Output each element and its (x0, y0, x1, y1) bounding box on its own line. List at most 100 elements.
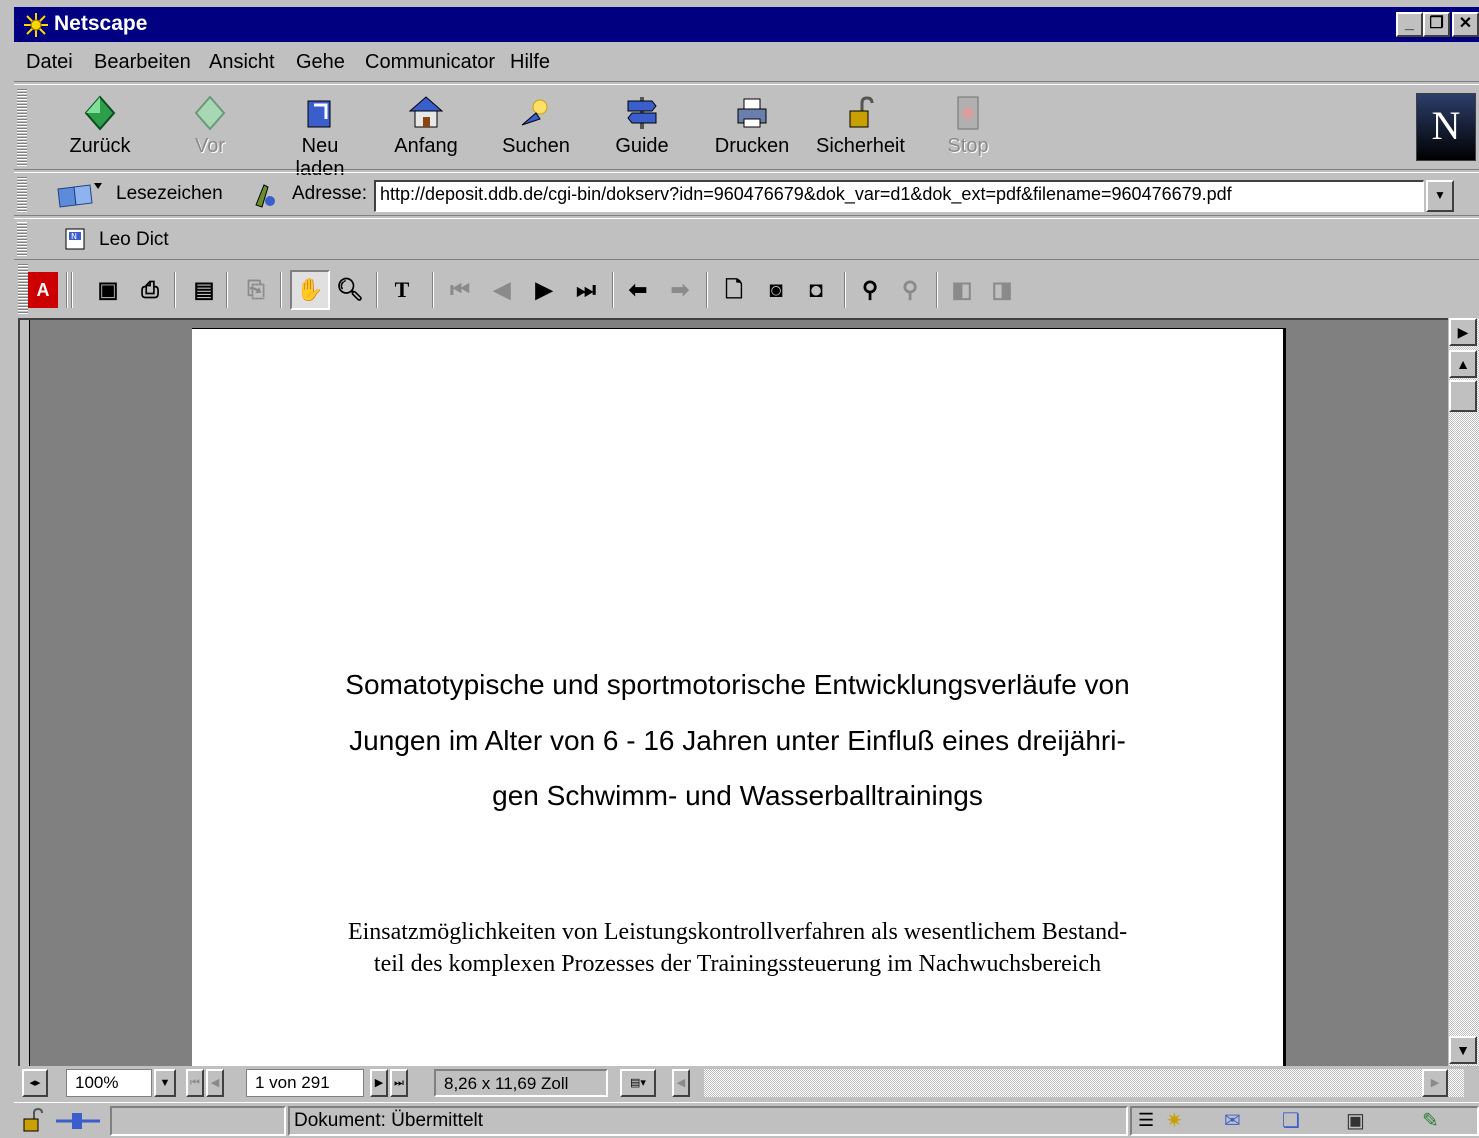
horizontal-scrollbar[interactable] (704, 1069, 1464, 1097)
reload-icon (307, 100, 331, 128)
minimize-button[interactable]: _ (1396, 12, 1423, 37)
stop-button[interactable]: Stop (924, 89, 1012, 169)
previous-highlight-icon[interactable]: ◧ (946, 272, 978, 308)
menu-ansicht[interactable]: Ansicht (209, 51, 275, 74)
find-icon[interactable]: ⚲ (854, 272, 886, 308)
last-page-icon[interactable]: ⏭ (570, 272, 602, 308)
text-select-icon[interactable]: T (386, 272, 418, 308)
fit-page-icon[interactable]: ◙ (760, 272, 792, 308)
next-highlight-icon[interactable]: ◨ (986, 272, 1018, 308)
next-page-icon[interactable]: ▶ (528, 272, 560, 308)
navigator-icon[interactable]: ✷ (1166, 1108, 1183, 1133)
go-back-icon[interactable]: ⬅ (622, 272, 654, 308)
first-page-icon[interactable]: ⏮ (444, 272, 476, 308)
address-label: Adresse: (292, 183, 367, 204)
toolbar-grip[interactable] (17, 88, 27, 166)
split-toggle-icon[interactable]: ◂▸ (22, 1069, 48, 1097)
stop-icon (957, 96, 979, 130)
document-subtitle-line-1: Einsatzmöglichkeiten von Leistungskontro… (347, 919, 1128, 945)
reload-button[interactable]: Neu laden (276, 89, 364, 180)
status-text: Dokument: Übermittelt (288, 1106, 1128, 1136)
bookmarks-icon (57, 183, 102, 208)
menu-hilfe[interactable]: Hilfe (510, 51, 550, 74)
scroll-up-button[interactable]: ▲ (1449, 350, 1477, 378)
menu-datei[interactable]: Datei (26, 51, 73, 74)
composer-icon[interactable]: ▣ (1346, 1108, 1365, 1133)
guide-button[interactable]: Guide (598, 89, 686, 169)
print-button[interactable]: Drucken (708, 89, 796, 169)
netscape-n-logo[interactable]: N (1416, 93, 1476, 161)
fit-width-icon[interactable]: ◘ (800, 272, 832, 308)
document-subtitle-line-2: teil des komplexen Prozesses der Trainin… (373, 951, 1102, 977)
component-bar: ☰ ✷ ✉ ❏ ▣ ✎ (1130, 1106, 1479, 1136)
progress-panel (110, 1106, 286, 1136)
discussions-icon[interactable]: ❏ (1282, 1108, 1300, 1133)
close-button[interactable]: ✕ (1452, 12, 1479, 37)
netscape-logo-icon (24, 13, 48, 37)
actual-size-icon[interactable]: 🗋 (718, 272, 750, 308)
acrobat-logo-icon[interactable]: A (28, 272, 58, 308)
personal-toolbar: N Leo Dict (14, 218, 1479, 260)
zoom-dropdown-button[interactable]: ▼ (154, 1069, 176, 1097)
forward-button[interactable]: Vor (166, 89, 254, 169)
go-forward-icon[interactable]: ➡ (664, 272, 696, 308)
next-page-small-button[interactable]: ▶ (370, 1069, 388, 1097)
menu-communicator[interactable]: Communicator (365, 51, 495, 74)
component-grip-icon[interactable]: ☰ (1138, 1110, 1154, 1131)
toolbar-grip[interactable] (18, 264, 28, 314)
connection-plug-icon (56, 1113, 100, 1129)
hand-tool-icon[interactable]: ✋ (290, 270, 330, 310)
leo-dict-link[interactable]: Leo Dict (99, 229, 169, 251)
toolbar-grip[interactable] (17, 222, 27, 256)
first-page-small-button[interactable]: ⏮ (186, 1069, 204, 1097)
prev-page-small-button[interactable]: ◀ (206, 1069, 224, 1097)
toggle-panel-button[interactable]: ▶ (1449, 318, 1477, 346)
hscroll-left-button[interactable]: ◀ (672, 1069, 690, 1097)
padlock-icon (849, 96, 874, 128)
zoom-field[interactable]: 100% (66, 1069, 152, 1097)
restore-button[interactable]: ❐ (1423, 12, 1450, 37)
address-input[interactable]: http://deposit.ddb.de/cgi-bin/dokserv?id… (374, 180, 1424, 212)
scroll-down-button[interactable]: ▼ (1449, 1036, 1477, 1064)
vertical-scrollbar[interactable]: ▶ ▲ ▼ (1449, 318, 1479, 1066)
search-button[interactable]: Suchen (492, 89, 580, 169)
document-title-line-3: gen Schwimm- und Wasserballtrainings (492, 780, 983, 811)
aim-icon[interactable]: ✎ (1422, 1108, 1439, 1133)
window-title: Netscape (54, 12, 148, 35)
search-again-icon[interactable]: ⚲ (894, 272, 926, 308)
acrobat-status-bar: ◂▸ 100% ▼ ⏮ ◀ 1 von 291 ▶ ⏭ 8,26 x 11,69… (14, 1066, 1479, 1100)
bookmarks-button[interactable]: Lesezeichen (116, 183, 223, 205)
bookmark-page-icon: N (65, 228, 85, 250)
pdf-page[interactable]: Somatotypische und sportmotorische Entwi… (192, 328, 1286, 1066)
toolbar-grip[interactable] (17, 176, 27, 212)
back-button[interactable]: Zurück (56, 89, 144, 169)
back-arrow-icon (84, 95, 116, 131)
navigation-toolbar: Zurück Vor Neu laden Anfang Suchen Guide… (14, 84, 1479, 180)
home-button[interactable]: Anfang (382, 89, 470, 169)
previous-page-icon[interactable]: ◀ (486, 272, 518, 308)
svg-text:N: N (71, 232, 77, 241)
mailbox-icon[interactable]: ✉ (1224, 1108, 1241, 1133)
acrobat-toolbar: A ▣ ⎙ ▤ ⎘ ✋ 🔍︎ T ⏮ ◀ ▶ ⏭ ⬅ ➡ 🗋 ◙ ◘ ⚲ ⚲ ◧… (14, 262, 1479, 318)
page-layout-button[interactable]: ▤▾ (620, 1069, 656, 1097)
scroll-thumb[interactable] (1449, 380, 1477, 412)
title-bar[interactable]: Netscape _ ❐ ✕ (14, 7, 1479, 42)
hscroll-right-button[interactable]: ▶ (1422, 1069, 1448, 1097)
menu-bearbeiten[interactable]: Bearbeiten (94, 51, 191, 74)
navigation-pane-splitter[interactable] (20, 320, 30, 1066)
search-icon (521, 99, 548, 126)
security-button[interactable]: Sicherheit (816, 89, 905, 169)
zoom-tool-icon[interactable]: 🔍︎ (334, 272, 366, 308)
print-icon[interactable]: ⎙ (134, 272, 166, 308)
document-title-line-2: Jungen im Alter von 6 - 16 Jahren unter … (349, 725, 1126, 756)
save-icon[interactable]: ▣ (92, 272, 124, 308)
copy-icon[interactable]: ⎘ (240, 272, 272, 308)
last-page-small-button[interactable]: ⏭ (390, 1069, 408, 1097)
printer-icon (737, 98, 767, 128)
page-number-field[interactable]: 1 von 291 (246, 1069, 364, 1097)
security-lock-icon[interactable] (20, 1106, 48, 1136)
show-bookmarks-icon[interactable]: ▤ (188, 272, 220, 308)
address-dropdown-button[interactable]: ▼ (1426, 180, 1454, 212)
location-pin-icon[interactable] (250, 181, 278, 209)
menu-gehe[interactable]: Gehe (296, 51, 345, 74)
